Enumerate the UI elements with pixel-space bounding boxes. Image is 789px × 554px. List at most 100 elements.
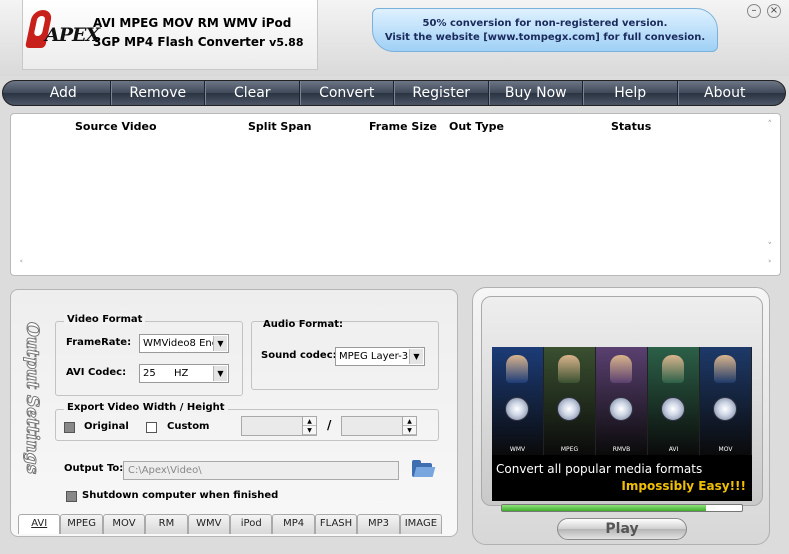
tab-ipod[interactable]: iPod bbox=[230, 514, 273, 534]
video-format-group: Video Format FrameRate: WMVideo8 Enc ▼ A… bbox=[55, 314, 243, 396]
column-header-split-span[interactable]: Split Span bbox=[248, 120, 311, 133]
column-header-frame-size[interactable]: Frame Size bbox=[369, 120, 437, 133]
sound-codec-select[interactable]: MPEG Layer-3 ▼ bbox=[335, 347, 425, 366]
convert-button[interactable]: Convert bbox=[299, 81, 394, 105]
play-button[interactable]: Play bbox=[557, 518, 687, 540]
file-list[interactable]: Source Video Split Span Frame Size Out T… bbox=[10, 113, 781, 276]
remove-button[interactable]: Remove bbox=[110, 81, 205, 105]
export-size-title: Export Video Width / Height bbox=[64, 402, 228, 413]
browse-folder-icon[interactable] bbox=[412, 460, 436, 478]
video-format-title: Video Format bbox=[64, 314, 146, 325]
width-spinner[interactable]: ▲ ▼ bbox=[241, 416, 317, 436]
thumbnail-avi: AVI bbox=[648, 347, 700, 455]
output-to-label: Output To: bbox=[64, 463, 124, 474]
column-header-status[interactable]: Status bbox=[611, 120, 651, 133]
tab-mov[interactable]: MOV bbox=[102, 514, 146, 534]
avi-codec-label: AVI Codec: bbox=[66, 367, 127, 378]
version-label: v5.88 bbox=[269, 36, 304, 49]
spin-up-icon[interactable]: ▲ bbox=[403, 417, 416, 426]
preview-panel: WMV MPEG RMVB AVI MOV Convert all popula… bbox=[472, 287, 770, 545]
app-title-line-2: 3GP MP4 Flash Converter v5.88 bbox=[93, 35, 303, 49]
thumbnail-mov: MOV bbox=[700, 347, 752, 455]
file-list-header: Source Video Split Span Frame Size Out T… bbox=[11, 118, 780, 134]
help-button[interactable]: Help bbox=[583, 81, 678, 105]
character-image bbox=[506, 355, 528, 383]
thumbnail-rmvb: RMVB bbox=[596, 347, 648, 455]
scroll-up-icon[interactable]: ˄ bbox=[768, 120, 773, 130]
registration-banner: 50% conversion for non-registered versio… bbox=[372, 8, 718, 52]
apex-logo: APEX bbox=[24, 10, 100, 50]
thumbnail-label: AVI bbox=[668, 446, 679, 453]
shutdown-checkbox[interactable] bbox=[66, 491, 77, 502]
register-button[interactable]: Register bbox=[394, 81, 489, 105]
banner-line-2: Visit the website [www.tompegx.com] for … bbox=[384, 32, 706, 43]
tab-mpeg[interactable]: MPEG bbox=[60, 514, 103, 534]
thumbnail-label: RMVB bbox=[612, 446, 631, 453]
column-header-out-type[interactable]: Out Type bbox=[449, 120, 504, 133]
disc-icon bbox=[505, 397, 529, 421]
scroll-right-icon[interactable]: ˃ bbox=[768, 260, 773, 270]
height-spinner[interactable]: ▲ ▼ bbox=[341, 416, 417, 436]
thumbnail-label: MOV bbox=[718, 446, 733, 453]
progress-fill bbox=[502, 505, 706, 511]
about-button[interactable]: About bbox=[677, 81, 772, 105]
promo-text: Convert all popular media formats bbox=[496, 462, 703, 476]
thumbnail-wmv: WMV bbox=[492, 347, 544, 455]
audio-format-title: Audio Format: bbox=[263, 319, 343, 330]
app-title-text: 3GP MP4 Flash Converter bbox=[93, 35, 265, 49]
tab-mp4[interactable]: MP4 bbox=[272, 514, 315, 534]
clear-button[interactable]: Clear bbox=[205, 81, 300, 105]
output-settings-side-label: Output Settings bbox=[17, 310, 47, 510]
promo-tagline: Impossibly Easy!!! bbox=[621, 479, 746, 493]
playback-progress[interactable] bbox=[501, 504, 743, 512]
preview-screen[interactable]: WMV MPEG RMVB AVI MOV Convert all popula… bbox=[492, 347, 752, 501]
close-button[interactable]: × bbox=[767, 4, 781, 18]
original-radio[interactable] bbox=[64, 422, 75, 433]
preview-frame: WMV MPEG RMVB AVI MOV Convert all popula… bbox=[481, 296, 763, 506]
disc-icon bbox=[713, 397, 737, 421]
sound-codec-label: Sound codec: bbox=[261, 350, 337, 361]
logo-box: APEX AVI MPEG MOV RM WMV iPod 3GP MP4 Fl… bbox=[22, 0, 318, 70]
custom-label: Custom bbox=[167, 421, 210, 432]
output-settings-panel: Output Settings Video Format FrameRate: … bbox=[10, 289, 458, 537]
chevron-down-icon: ▼ bbox=[213, 336, 227, 351]
avi-codec-unit: HZ bbox=[174, 368, 189, 379]
spin-up-icon[interactable]: ▲ bbox=[303, 417, 316, 426]
tab-avi[interactable]: AVI bbox=[18, 514, 61, 534]
logo-text: APEX bbox=[45, 24, 100, 46]
tab-flash[interactable]: FLASH bbox=[314, 514, 358, 534]
character-image bbox=[610, 355, 632, 383]
file-list-body[interactable] bbox=[13, 136, 778, 273]
avi-codec-select[interactable]: 25 HZ ▼ bbox=[139, 364, 229, 383]
framerate-select[interactable]: WMVideo8 Enc ▼ bbox=[139, 334, 229, 353]
chevron-down-icon: ▼ bbox=[409, 349, 423, 364]
tab-wmv[interactable]: WMV bbox=[187, 514, 231, 534]
avi-codec-value: 25 bbox=[143, 368, 156, 379]
thumbnail-mpeg: MPEG bbox=[544, 347, 596, 455]
character-image bbox=[558, 355, 580, 383]
column-header-source-video[interactable]: Source Video bbox=[75, 120, 157, 133]
shutdown-label: Shutdown computer when finished bbox=[82, 490, 279, 501]
banner-line-1: 50% conversion for non-registered versio… bbox=[422, 18, 668, 29]
window-controls: – × bbox=[747, 4, 781, 18]
custom-radio[interactable] bbox=[146, 422, 157, 433]
scroll-down-icon[interactable]: ˅ bbox=[768, 242, 773, 252]
spin-down-icon[interactable]: ▼ bbox=[403, 426, 416, 435]
tab-rm[interactable]: RM bbox=[145, 514, 188, 534]
output-path-input[interactable]: C:\Apex\Video\ bbox=[123, 461, 399, 480]
app-title-line-1: AVI MPEG MOV RM WMV iPod bbox=[93, 16, 292, 30]
buy-now-button[interactable]: Buy Now bbox=[488, 81, 583, 105]
disc-icon bbox=[609, 397, 633, 421]
thumbnail-label: WMV bbox=[509, 446, 526, 453]
framerate-value: WMVideo8 Enc bbox=[143, 338, 218, 349]
scroll-left-icon[interactable]: ˂ bbox=[19, 260, 24, 270]
original-label: Original bbox=[84, 421, 129, 432]
tab-image[interactable]: IMAGE bbox=[399, 514, 443, 534]
add-button[interactable]: Add bbox=[17, 81, 111, 105]
audio-format-group: Audio Format: Sound codec: MPEG Layer-3 … bbox=[251, 319, 439, 390]
minimize-button[interactable]: – bbox=[747, 4, 761, 18]
tab-mp3[interactable]: MP3 bbox=[357, 514, 400, 534]
header: APEX AVI MPEG MOV RM WMV iPod 3GP MP4 Fl… bbox=[0, 0, 789, 76]
spin-down-icon[interactable]: ▼ bbox=[303, 426, 316, 435]
character-image bbox=[662, 355, 684, 383]
